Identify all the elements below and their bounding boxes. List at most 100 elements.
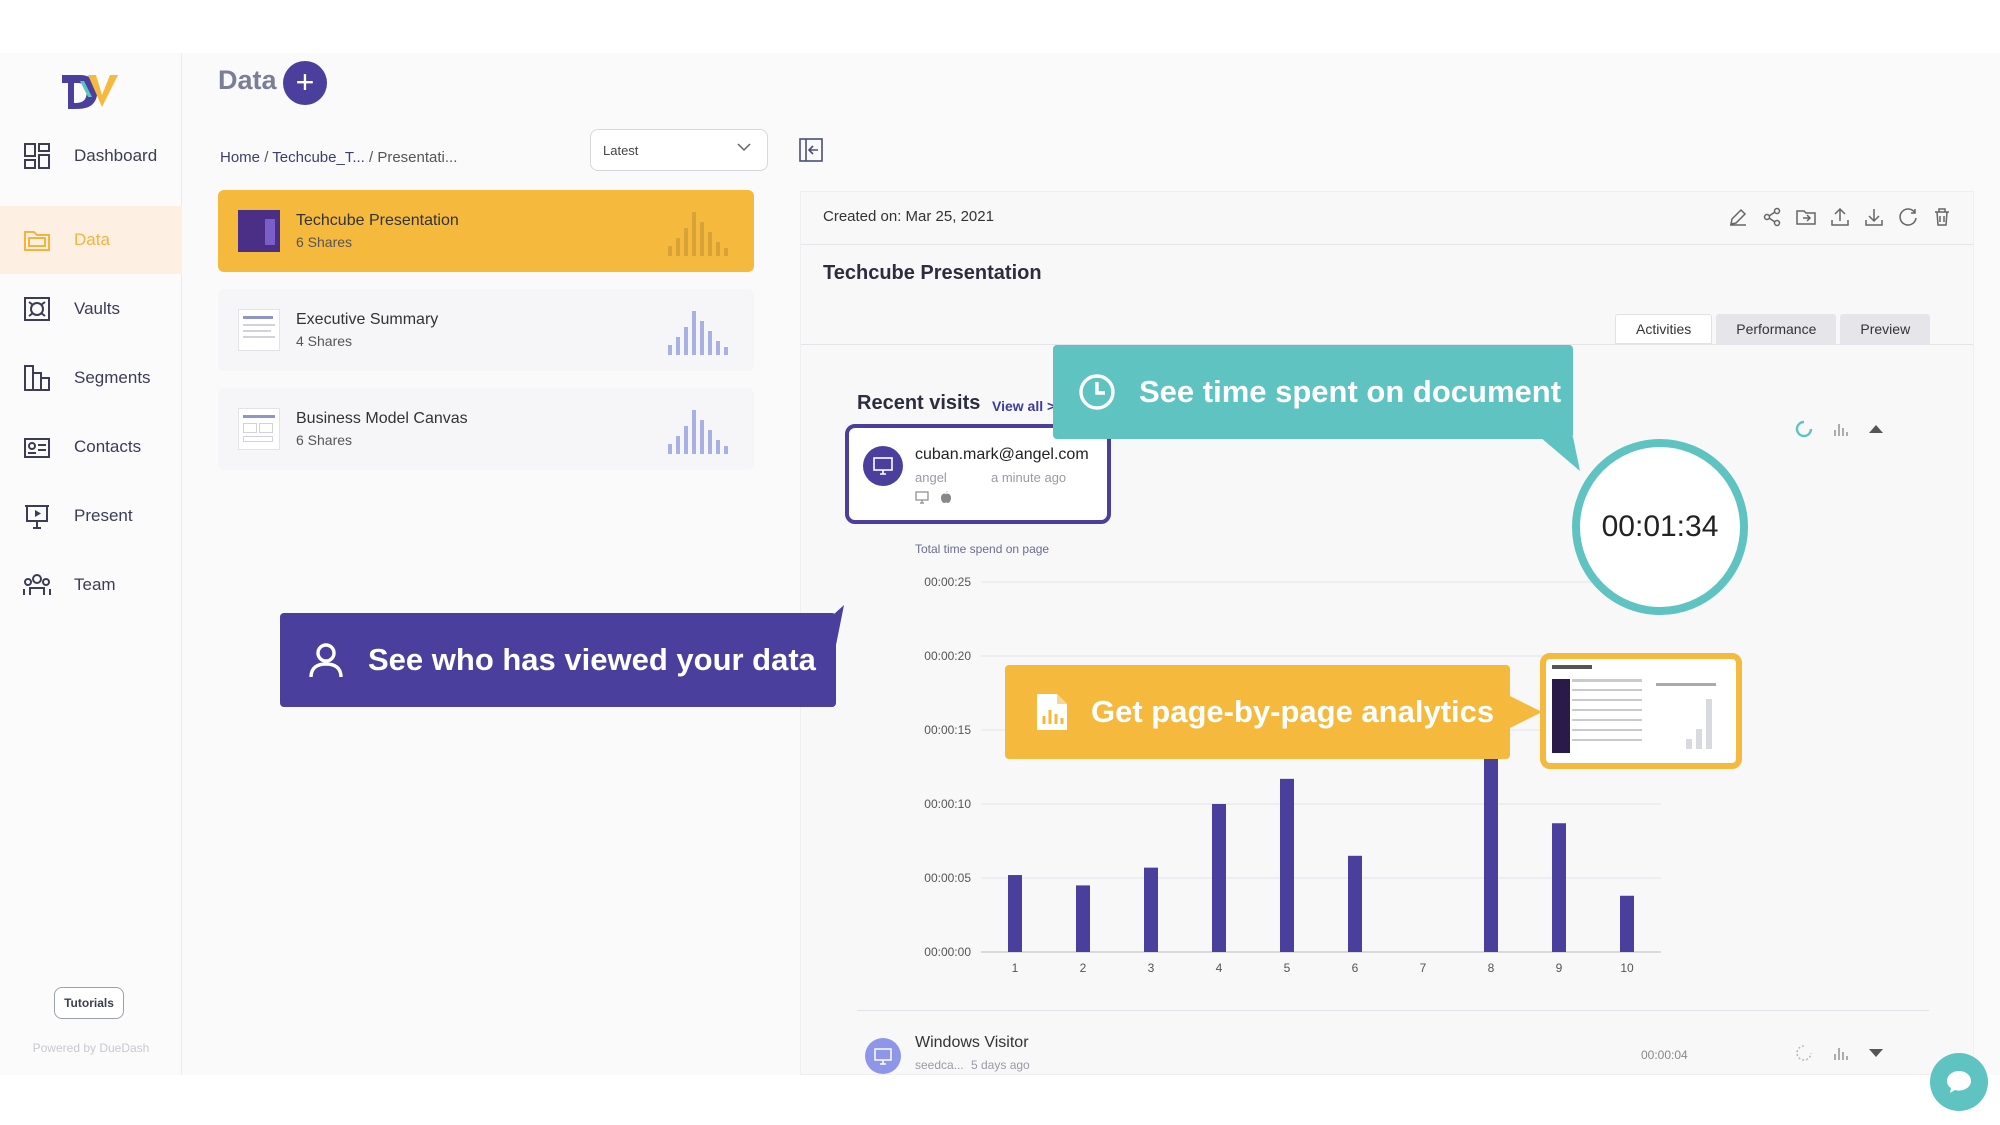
breadcrumb-current: Presentati... bbox=[377, 149, 458, 166]
sidebar: Dashboard Data Vaults Segments Contacts … bbox=[0, 53, 182, 1075]
sidebar-item-segments[interactable]: Segments bbox=[0, 344, 182, 412]
segments-icon bbox=[24, 365, 50, 391]
expand-down-icon[interactable] bbox=[1867, 1044, 1885, 1062]
visitor-name[interactable]: Windows Visitor bbox=[915, 1034, 1029, 1052]
callout-text: See time spent on document bbox=[1139, 374, 1562, 409]
logo-icon[interactable] bbox=[58, 67, 122, 113]
desktop-icon bbox=[874, 1048, 892, 1065]
share-icon[interactable] bbox=[1761, 206, 1783, 228]
chart-bar bbox=[1212, 804, 1226, 952]
callout-pointer bbox=[1540, 437, 1580, 471]
add-data-button[interactable]: + bbox=[283, 61, 327, 105]
page-preview-thumbnail[interactable] bbox=[1540, 653, 1742, 769]
x-tick-label: 5 bbox=[1284, 961, 1291, 975]
document-thumbnail bbox=[238, 309, 280, 351]
visit-duration: 00:00:04 bbox=[1641, 1048, 1688, 1062]
divider bbox=[857, 1010, 1929, 1011]
desktop-icon bbox=[873, 457, 893, 475]
analytics-bars-icon[interactable] bbox=[668, 307, 732, 355]
clock-icon bbox=[1079, 374, 1115, 410]
time-spent-timer: 00:01:34 bbox=[1572, 439, 1748, 615]
vault-icon bbox=[24, 297, 50, 321]
visitor-card[interactable]: cuban.mark@angel.com angel a minute ago bbox=[845, 424, 1111, 524]
sidebar-item-vaults[interactable]: Vaults bbox=[0, 275, 182, 343]
visitor-org: angel bbox=[915, 470, 947, 485]
collapse-panel-icon[interactable] bbox=[798, 137, 824, 163]
analytics-bars-icon[interactable] bbox=[668, 208, 732, 256]
document-name: Techcube Presentation bbox=[296, 212, 459, 229]
contacts-icon bbox=[24, 438, 50, 458]
avatar bbox=[865, 1038, 901, 1074]
refresh-icon[interactable] bbox=[1897, 206, 1919, 228]
slide-preview-icon bbox=[1552, 665, 1716, 753]
x-tick-label: 9 bbox=[1556, 961, 1563, 975]
document-card-business-model-canvas[interactable]: Business Model Canvas 6 Shares bbox=[218, 388, 754, 470]
document-thumbnail bbox=[238, 210, 280, 252]
created-date: Created on: Mar 25, 2021 bbox=[823, 208, 994, 225]
callout-text: See who has viewed your data bbox=[368, 642, 816, 677]
document-chart-icon bbox=[1037, 694, 1067, 730]
document-thumbnail bbox=[238, 408, 280, 450]
avatar bbox=[863, 446, 903, 486]
sidebar-item-label: Contacts bbox=[74, 437, 142, 456]
breadcrumb-folder[interactable]: Techcube_T... bbox=[272, 149, 365, 166]
sidebar-item-team[interactable]: Team bbox=[0, 551, 182, 619]
view-all-link[interactable]: View all > bbox=[992, 398, 1055, 414]
tab-preview[interactable]: Preview bbox=[1840, 314, 1931, 344]
analytics-bars-icon[interactable] bbox=[668, 406, 732, 454]
x-tick-label: 7 bbox=[1420, 961, 1427, 975]
x-tick-label: 3 bbox=[1148, 961, 1155, 975]
sidebar-item-dashboard[interactable]: Dashboard bbox=[0, 122, 182, 190]
y-tick-label: 00:00:05 bbox=[924, 871, 971, 885]
sidebar-item-data[interactable]: Data bbox=[0, 206, 182, 274]
bar-chart-icon[interactable] bbox=[1831, 1044, 1849, 1062]
x-tick-label: 2 bbox=[1080, 961, 1087, 975]
sidebar-item-contacts[interactable]: Contacts bbox=[0, 413, 182, 481]
chat-icon bbox=[1947, 1071, 1971, 1093]
x-tick-label: 10 bbox=[1620, 961, 1634, 975]
chart-bar bbox=[1008, 875, 1022, 952]
y-tick-label: 00:00:15 bbox=[924, 723, 971, 737]
divider bbox=[801, 244, 1973, 245]
document-shares: 6 Shares bbox=[296, 234, 353, 250]
callout-page-analytics: Get page-by-page analytics bbox=[1005, 665, 1510, 759]
chart-caption: Total time spend on page bbox=[915, 542, 1050, 556]
sidebar-item-present[interactable]: Present bbox=[0, 482, 182, 550]
y-tick-label: 00:00:25 bbox=[924, 575, 971, 589]
sort-select[interactable]: Latest bbox=[590, 129, 768, 171]
visit-row-controls bbox=[1795, 1044, 1885, 1062]
page-title: Data bbox=[218, 65, 277, 95]
team-icon bbox=[23, 574, 51, 595]
x-tick-label: 6 bbox=[1352, 961, 1359, 975]
chevron-down-icon bbox=[737, 143, 751, 152]
breadcrumb-home[interactable]: Home bbox=[220, 149, 260, 166]
document-name: Business Model Canvas bbox=[296, 410, 468, 427]
folder-icon bbox=[24, 231, 50, 251]
visitor-email: cuban.mark@angel.com bbox=[915, 446, 1089, 463]
user-icon bbox=[309, 643, 343, 678]
upload-icon[interactable] bbox=[1829, 206, 1851, 228]
bar-chart-icon[interactable] bbox=[1831, 420, 1849, 438]
edit-icon[interactable] bbox=[1727, 206, 1749, 228]
document-card-executive-summary[interactable]: Executive Summary 4 Shares bbox=[218, 289, 754, 371]
collapse-up-icon[interactable] bbox=[1867, 420, 1885, 438]
x-tick-label: 8 bbox=[1488, 961, 1495, 975]
chart-bar bbox=[1552, 823, 1566, 952]
document-shares: 4 Shares bbox=[296, 333, 353, 349]
document-detail-panel: Created on: Mar 25, 2021 Techcube Presen… bbox=[800, 191, 1974, 1075]
app-window: Dashboard Data Vaults Segments Contacts … bbox=[0, 53, 2000, 1111]
chart-bar bbox=[1620, 895, 1634, 952]
move-folder-icon[interactable] bbox=[1795, 206, 1817, 228]
chat-button[interactable] bbox=[1930, 1053, 1988, 1111]
callout-viewers: See who has viewed your data bbox=[280, 613, 836, 707]
tab-performance[interactable]: Performance bbox=[1716, 314, 1837, 344]
visitor-org: seedca... bbox=[915, 1058, 964, 1072]
delete-icon[interactable] bbox=[1931, 206, 1953, 228]
sidebar-item-label: Dashboard bbox=[74, 146, 158, 165]
tab-activities[interactable]: Activities bbox=[1615, 314, 1713, 344]
loading-spinner-icon bbox=[1795, 420, 1813, 438]
chart-bar bbox=[1280, 778, 1294, 952]
tutorials-button[interactable]: Tutorials bbox=[54, 987, 124, 1019]
download-icon[interactable] bbox=[1863, 206, 1885, 228]
document-card-techcube[interactable]: Techcube Presentation 6 Shares bbox=[218, 190, 754, 272]
